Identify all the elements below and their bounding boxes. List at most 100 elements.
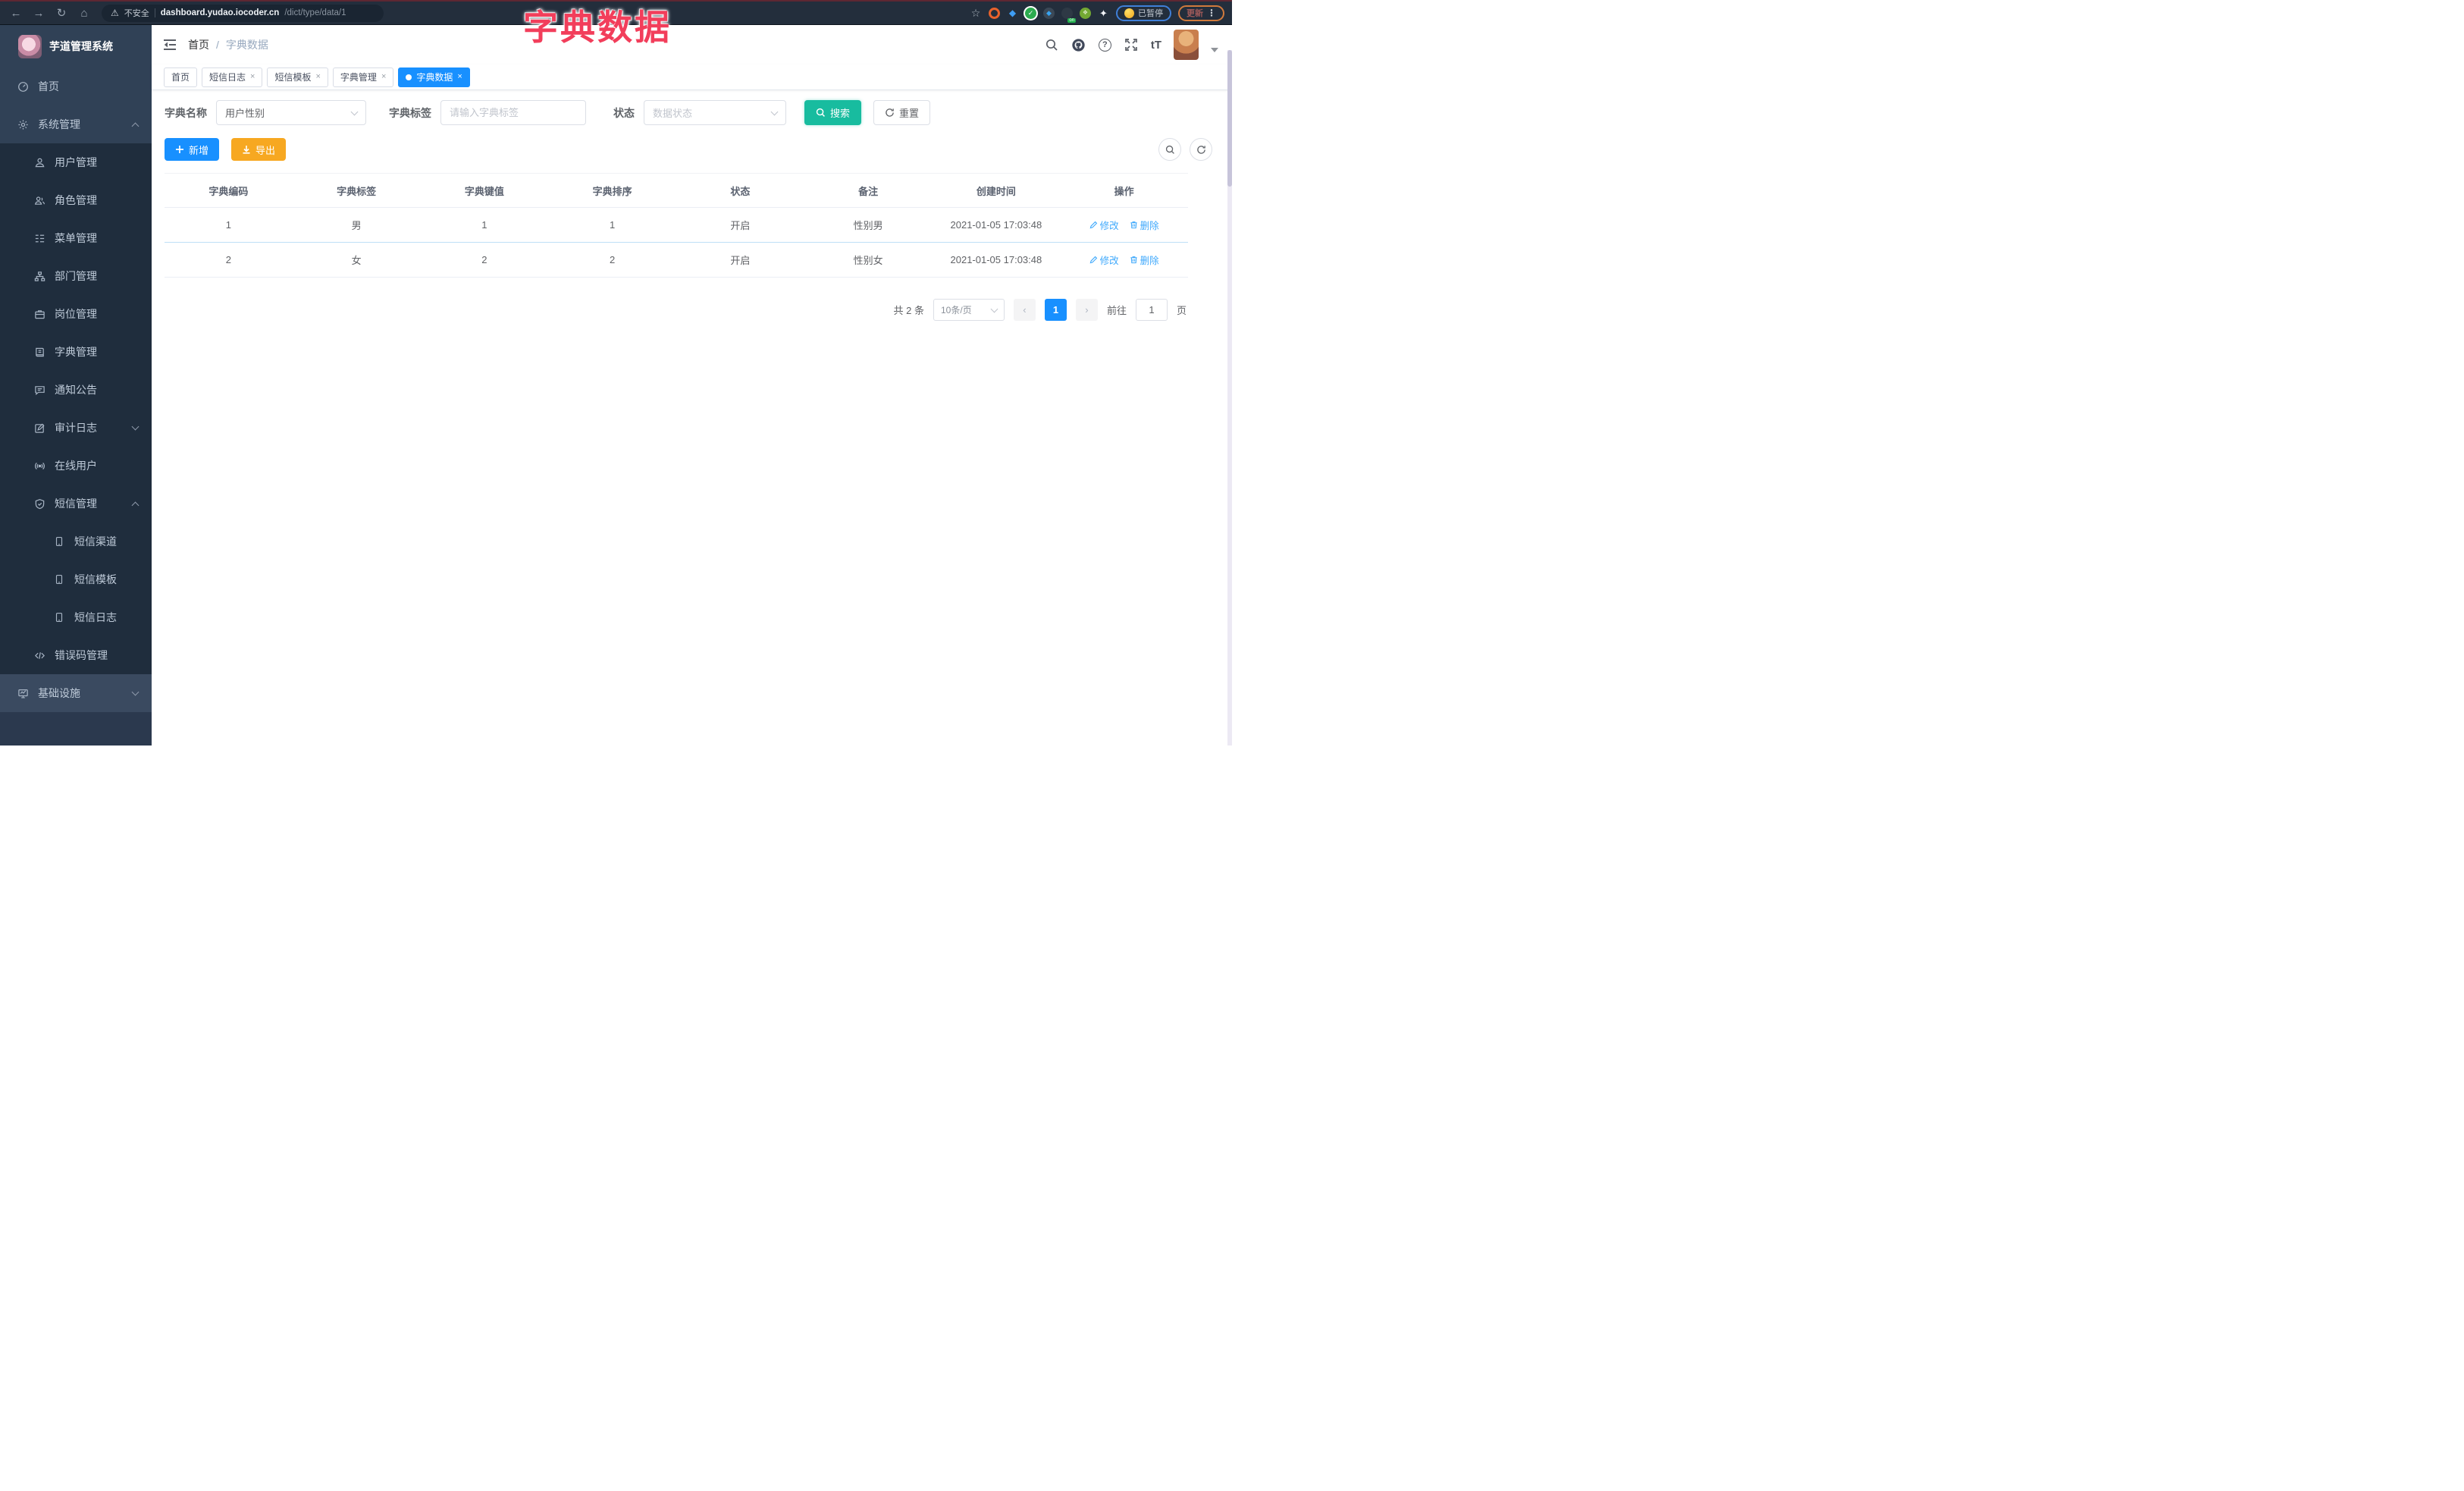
prev-page-button[interactable]: ‹ bbox=[1013, 299, 1036, 321]
cell-remark: 性别女 bbox=[804, 242, 933, 278]
reset-button[interactable]: 重置 bbox=[873, 100, 931, 125]
table-row: 2 女 2 2 开启 性别女 2021-01-05 17:03:48 修改 删除 bbox=[165, 242, 1188, 278]
tab-dict-data[interactable]: 字典数据 × bbox=[398, 67, 470, 87]
col-dict-value: 字典键值 bbox=[420, 173, 549, 208]
edit-link[interactable]: 修改 bbox=[1089, 218, 1119, 232]
extension-on-icon[interactable] bbox=[1061, 7, 1076, 23]
next-page-button[interactable]: › bbox=[1075, 299, 1098, 321]
tab-sms-template[interactable]: 短信模板 × bbox=[267, 67, 328, 87]
sidebar-item-menus[interactable]: 菜单管理 bbox=[0, 219, 152, 257]
browser-update-button[interactable]: 更新 ⋮ bbox=[1178, 5, 1224, 21]
phone-icon bbox=[53, 574, 65, 585]
edit-link[interactable]: 修改 bbox=[1089, 253, 1119, 267]
github-icon[interactable] bbox=[1071, 37, 1086, 52]
sidebar-item-label: 首页 bbox=[38, 80, 59, 93]
breadcrumb-current: 字典数据 bbox=[225, 39, 268, 51]
browser-back-icon[interactable]: ← bbox=[8, 8, 24, 19]
extension-orange-icon[interactable] bbox=[989, 7, 1000, 19]
not-secure-warning-icon: ⚠ bbox=[111, 8, 119, 18]
toggle-search-icon[interactable] bbox=[1158, 138, 1181, 161]
sidebar-item-home[interactable]: 首页 bbox=[0, 67, 152, 105]
gear-icon bbox=[17, 119, 29, 130]
goto-page-input[interactable] bbox=[1135, 299, 1168, 321]
delete-link[interactable]: 删除 bbox=[1130, 253, 1159, 267]
sidebar-item-label: 用户管理 bbox=[55, 156, 97, 168]
sidebar-item-system[interactable]: 系统管理 bbox=[0, 105, 152, 143]
tab-sms-log[interactable]: 短信日志 × bbox=[202, 67, 263, 87]
address-bar[interactable]: ⚠ 不安全 dashboard.yudao.iocoder.cn /dict/t… bbox=[102, 4, 384, 22]
extension-gem-icon[interactable]: ◆ bbox=[1007, 8, 1018, 19]
sidebar-item-sms-log[interactable]: 短信日志 bbox=[0, 598, 152, 636]
avatar-caret-icon[interactable] bbox=[1211, 48, 1218, 52]
sidebar-item-posts[interactable]: 岗位管理 bbox=[0, 295, 152, 333]
sidebar-item-infrastructure[interactable]: 基础设施 bbox=[0, 674, 152, 712]
dict-label-input[interactable] bbox=[450, 107, 577, 118]
add-button[interactable]: 新增 bbox=[165, 138, 220, 161]
dict-label-label: 字典标签 bbox=[389, 106, 431, 119]
search-button[interactable]: 搜索 bbox=[804, 100, 862, 125]
chevron-down-icon bbox=[350, 108, 359, 115]
extension-sliders-icon[interactable]: ◆ bbox=[1043, 7, 1055, 19]
delete-link[interactable]: 删除 bbox=[1130, 218, 1159, 232]
tab-home[interactable]: 首页 bbox=[164, 67, 198, 87]
close-icon[interactable]: × bbox=[250, 73, 255, 81]
filter-form: 字典名称 用户性别 字典标签 状态 数据状态 搜索 bbox=[165, 100, 1209, 125]
font-size-icon[interactable]: tT bbox=[1151, 39, 1161, 52]
close-icon[interactable]: × bbox=[457, 73, 462, 81]
extension-leaf-icon[interactable]: ❖ bbox=[1080, 7, 1091, 19]
avatar[interactable] bbox=[1174, 30, 1199, 60]
status-select[interactable]: 数据状态 bbox=[644, 100, 786, 125]
sidebar-logo-row[interactable]: 芋道管理系统 bbox=[0, 25, 152, 67]
page-size-select[interactable]: 10条/页 bbox=[933, 299, 1005, 321]
browser-extensions-area: ☆ ◆ ✓ ◆ ❖ ✦ 已暂停 更新 ⋮ bbox=[970, 5, 1224, 23]
cell-sort: 1 bbox=[548, 207, 676, 243]
tab-dict-manage[interactable]: 字典管理 × bbox=[332, 67, 394, 87]
current-page-button[interactable]: 1 bbox=[1044, 299, 1067, 321]
search-icon[interactable] bbox=[1044, 37, 1059, 52]
goto-label: 前往 bbox=[1106, 305, 1127, 316]
page-scrollbar[interactable] bbox=[1227, 50, 1232, 746]
close-icon[interactable]: × bbox=[381, 73, 386, 81]
sidebar-item-label: 错误码管理 bbox=[55, 649, 108, 661]
extension-check-icon[interactable]: ✓ bbox=[1025, 7, 1036, 19]
url-path: /dict/type/data/1 bbox=[284, 8, 346, 17]
sidebar-item-sms-template[interactable]: 短信模板 bbox=[0, 560, 152, 598]
refresh-icon[interactable] bbox=[1190, 138, 1212, 161]
sidebar-item-error-code[interactable]: 错误码管理 bbox=[0, 636, 152, 674]
sidebar-item-sms[interactable]: 短信管理 bbox=[0, 485, 152, 523]
breadcrumb: 首页 / 字典数据 bbox=[188, 37, 268, 52]
extensions-puzzle-icon[interactable]: ✦ bbox=[1098, 8, 1109, 19]
sidebar-item-notice[interactable]: 通知公告 bbox=[0, 371, 152, 409]
close-icon[interactable]: × bbox=[315, 73, 320, 81]
chevron-up-icon bbox=[131, 122, 140, 130]
browser-home-icon[interactable]: ⌂ bbox=[76, 8, 92, 19]
browser-reload-icon[interactable]: ↻ bbox=[53, 8, 70, 19]
code-icon bbox=[33, 650, 45, 661]
sidebar-item-dict[interactable]: 字典管理 bbox=[0, 333, 152, 371]
col-remark: 备注 bbox=[804, 173, 933, 208]
sidebar-item-roles[interactable]: 角色管理 bbox=[0, 181, 152, 219]
col-created: 创建时间 bbox=[932, 173, 1061, 208]
tab-label: 首页 bbox=[171, 72, 190, 83]
sidebar-item-sms-channel[interactable]: 短信渠道 bbox=[0, 523, 152, 560]
dict-data-table: 字典编码 字典标签 字典键值 字典排序 状态 备注 创建时间 操作 1 男 1 … bbox=[165, 173, 1188, 278]
help-icon[interactable]: ? bbox=[1098, 38, 1111, 52]
dict-name-select[interactable]: 用户性别 bbox=[216, 100, 366, 125]
sidebar-item-label: 系统管理 bbox=[38, 118, 80, 130]
fullscreen-icon[interactable] bbox=[1124, 37, 1139, 52]
sidebar-item-online-users[interactable]: 在线用户 bbox=[0, 447, 152, 485]
sidebar-item-users[interactable]: 用户管理 bbox=[0, 143, 152, 181]
sidebar-item-audit-log[interactable]: 审计日志 bbox=[0, 409, 152, 447]
status-label: 状态 bbox=[613, 106, 635, 119]
export-button[interactable]: 导出 bbox=[231, 138, 287, 161]
bookmark-star-icon[interactable]: ☆ bbox=[970, 8, 982, 19]
browser-menu-kebab-icon[interactable]: ⋮ bbox=[1207, 8, 1216, 18]
sidebar-item-departments[interactable]: 部门管理 bbox=[0, 257, 152, 295]
breadcrumb-home[interactable]: 首页 bbox=[188, 37, 209, 52]
phone-icon bbox=[53, 536, 65, 547]
paused-extension-badge[interactable]: 已暂停 bbox=[1116, 5, 1171, 21]
edit-square-icon bbox=[33, 422, 45, 434]
collapse-sidebar-icon[interactable] bbox=[162, 37, 177, 52]
browser-forward-icon[interactable]: → bbox=[30, 8, 47, 19]
table-row: 1 男 1 1 开启 性别男 2021-01-05 17:03:48 修改 删除 bbox=[165, 207, 1188, 243]
